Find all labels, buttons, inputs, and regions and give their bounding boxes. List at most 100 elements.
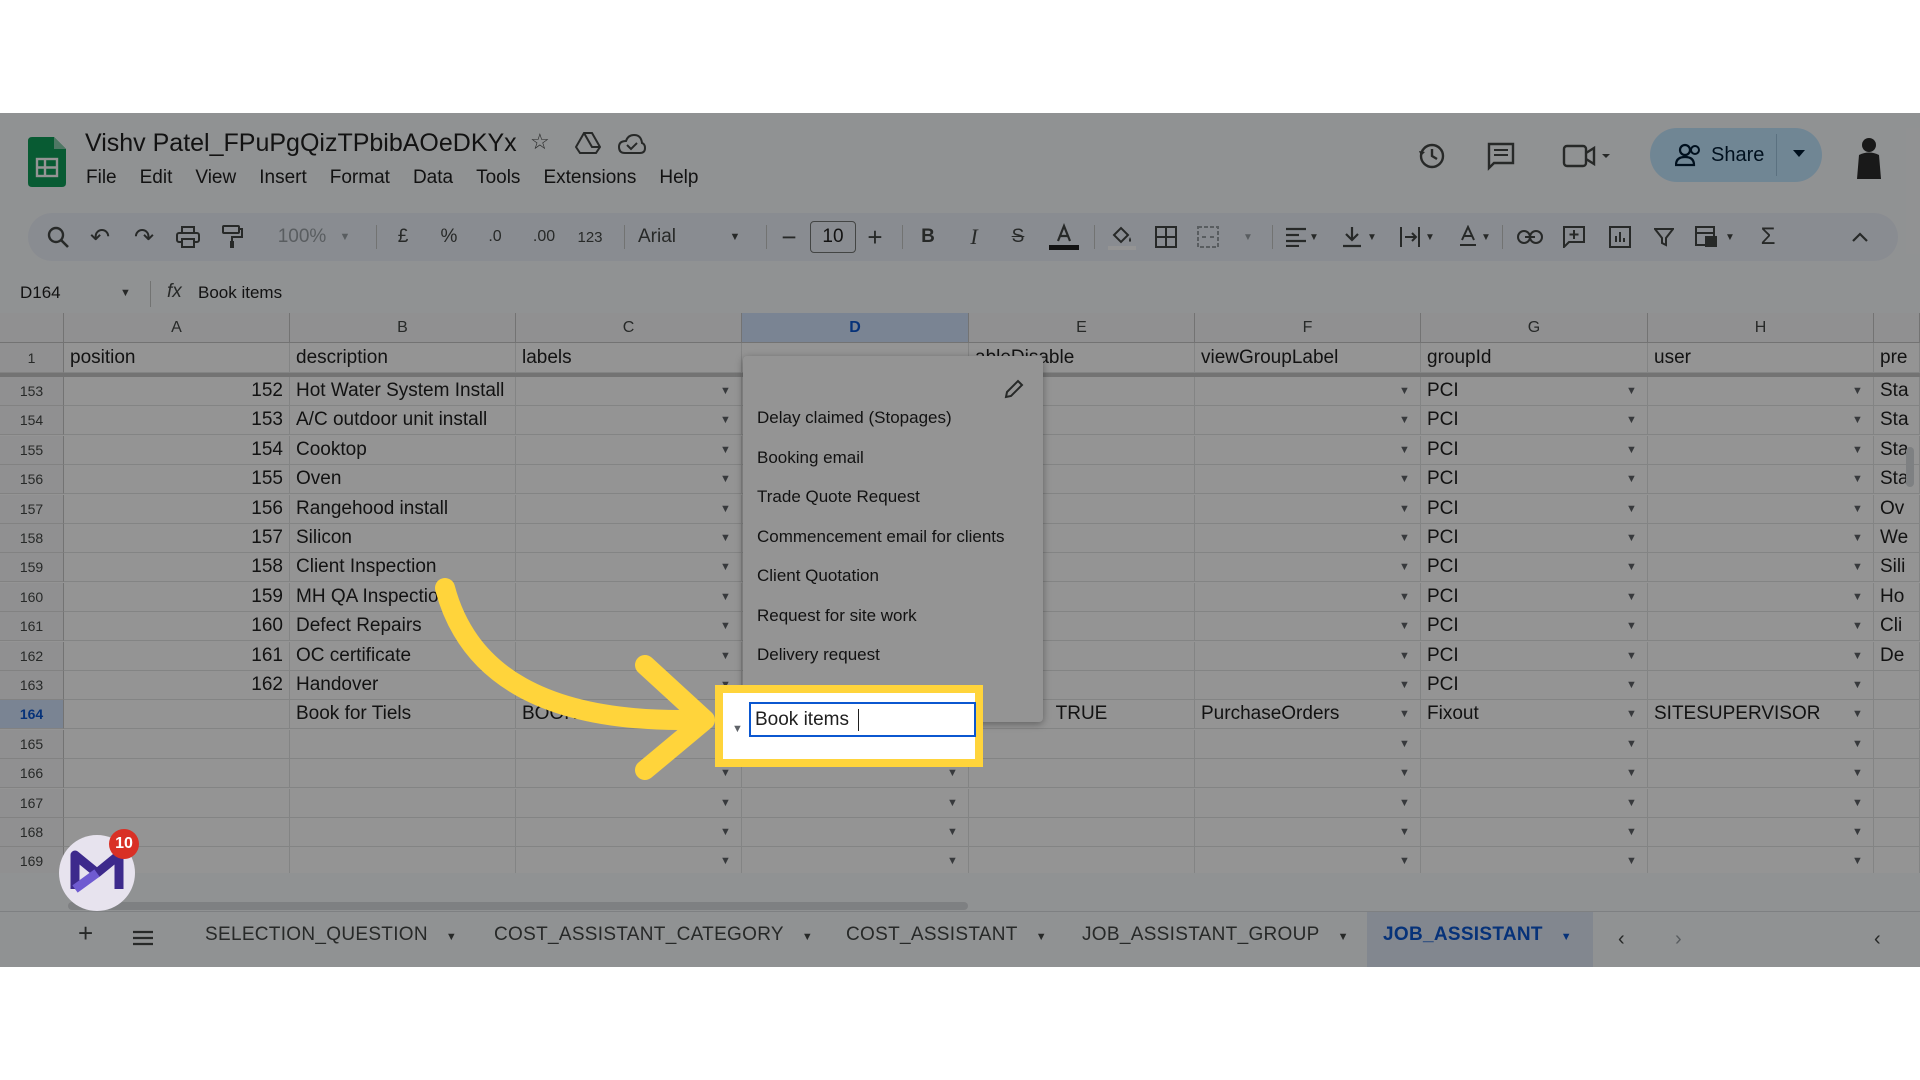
table-cell[interactable]: We [1874,524,1920,553]
cell-dropdown-icon[interactable]: ▼ [1626,444,1637,456]
italic-button[interactable]: I [962,223,986,251]
row-header[interactable]: 161 [0,612,64,641]
menu-format[interactable]: Format [330,167,390,189]
menu-view[interactable]: View [195,167,236,189]
table-cell[interactable]: PCI [1421,553,1648,582]
row-header[interactable]: 164 [0,700,64,729]
column-header-a[interactable]: A [64,313,290,343]
table-cell[interactable] [516,524,742,553]
tab-cost-assistant-category[interactable]: COST_ASSISTANT_CATEGORY ▼ [494,924,813,946]
add-sheet-icon[interactable]: + [78,918,93,949]
table-cell[interactable] [1874,759,1920,788]
cell-dropdown-icon[interactable]: ▼ [1626,561,1637,573]
fill-color-icon[interactable] [1108,223,1136,251]
column-header-e[interactable]: E [969,313,1195,343]
table-cell[interactable] [1648,406,1874,435]
column-header-i[interactable] [1874,313,1920,343]
search-menus-icon[interactable] [46,223,70,251]
table-cell[interactable] [516,789,742,818]
paint-format-icon[interactable] [220,223,244,251]
cell-dropdown-icon[interactable]: ▼ [1852,473,1863,485]
cell-dropdown-icon[interactable]: ▼ [1399,797,1410,809]
table-cell[interactable] [1195,847,1421,873]
table-cell[interactable] [1874,730,1920,759]
table-cell[interactable] [1195,436,1421,465]
table-cell[interactable] [1648,524,1874,553]
tab-cost-assistant[interactable]: COST_ASSISTANT ▼ [846,924,1047,946]
undo-icon[interactable]: ↶ [88,223,112,251]
table-cell[interactable] [1648,730,1874,759]
table-cell[interactable] [1195,583,1421,612]
dropdown-option[interactable]: Delay claimed (Stopages) [757,408,952,428]
select-all-corner[interactable] [0,313,64,343]
row-header[interactable]: 160 [0,583,64,612]
cell-dropdown-icon[interactable]: ▼ [1852,503,1863,515]
cell-dropdown-icon[interactable]: ▼ [1852,767,1863,779]
cell-dropdown-icon[interactable]: ▼ [720,532,731,544]
table-cell[interactable] [1648,759,1874,788]
table-cell[interactable] [969,818,1195,847]
cell-dropdown-icon[interactable]: ▼ [732,723,743,735]
table-cell[interactable]: PCI [1421,406,1648,435]
table-cell[interactable] [969,789,1195,818]
table-cell[interactable]: PCI [1421,524,1648,553]
share-dropdown-icon[interactable] [1792,149,1806,159]
table-cell[interactable]: 153 [64,406,290,435]
align-left-icon[interactable] [1284,223,1308,251]
table-cell[interactable]: Sta [1874,377,1920,406]
cell-dropdown-icon[interactable]: ▼ [1399,473,1410,485]
header-cell[interactable]: viewGroupLabel [1195,343,1421,373]
column-header-b[interactable]: B [290,313,516,343]
cell-dropdown-icon[interactable]: ▼ [1399,679,1410,691]
cell-dropdown-icon[interactable]: ▼ [947,767,958,779]
table-cell[interactable] [742,847,969,873]
table-cell[interactable] [64,730,290,759]
cloud-saved-icon[interactable] [618,133,646,155]
table-cell[interactable] [1195,789,1421,818]
table-cell[interactable]: Oven [290,465,516,494]
dropdown-option[interactable]: Request for site work [757,606,917,626]
cell-dropdown-icon[interactable]: ▼ [720,797,731,809]
table-cell[interactable] [516,818,742,847]
avatar[interactable] [1854,135,1884,179]
table-cell[interactable]: PCI [1421,377,1648,406]
table-cell[interactable] [1648,847,1874,873]
cell-dropdown-icon[interactable]: ▼ [1626,385,1637,397]
menu-help[interactable]: Help [659,167,698,189]
cell-dropdown-icon[interactable]: ▼ [1852,826,1863,838]
cell-dropdown-icon[interactable]: ▼ [1399,767,1410,779]
move-to-drive-icon[interactable] [575,131,601,155]
table-cell[interactable] [1195,377,1421,406]
cell-dropdown-icon[interactable]: ▼ [1852,444,1863,456]
increase-font-size-button[interactable]: + [864,222,886,252]
table-cell[interactable] [1648,377,1874,406]
cell-dropdown-icon[interactable]: ▼ [1399,414,1410,426]
table-cell[interactable]: Cli [1874,612,1920,641]
text-wrapping-dropdown-icon[interactable]: ▼ [1424,223,1436,251]
row-header[interactable]: 157 [0,495,64,524]
cell-dropdown-icon[interactable]: ▼ [720,473,731,485]
header-cell[interactable]: user [1648,343,1874,373]
column-header-h[interactable]: H [1648,313,1874,343]
header-cell[interactable]: position [64,343,290,373]
table-cell[interactable] [1421,789,1648,818]
tab-selection-question[interactable]: SELECTION_QUESTION ▼ [205,924,457,946]
table-cell[interactable] [290,789,516,818]
name-box[interactable]: D164 [20,283,61,303]
table-cell[interactable] [1421,818,1648,847]
redo-icon[interactable]: ↷ [132,223,156,251]
table-cell[interactable] [969,730,1195,759]
row-header[interactable]: 156 [0,465,64,494]
table-cell[interactable] [290,818,516,847]
table-cell[interactable] [1421,759,1648,788]
header-cell[interactable]: description [290,343,516,373]
table-cell[interactable]: 155 [64,465,290,494]
cell-dropdown-icon[interactable]: ▼ [1399,385,1410,397]
table-cell[interactable] [1648,583,1874,612]
cell-dropdown-icon[interactable]: ▼ [1852,385,1863,397]
table-cell[interactable] [64,789,290,818]
cell-dropdown-icon[interactable]: ▼ [1626,503,1637,515]
tab-job-assistant-group[interactable]: JOB_ASSISTANT_GROUP ▼ [1082,924,1349,946]
table-cell[interactable] [1648,436,1874,465]
dropdown-option[interactable]: Booking email [757,448,864,468]
